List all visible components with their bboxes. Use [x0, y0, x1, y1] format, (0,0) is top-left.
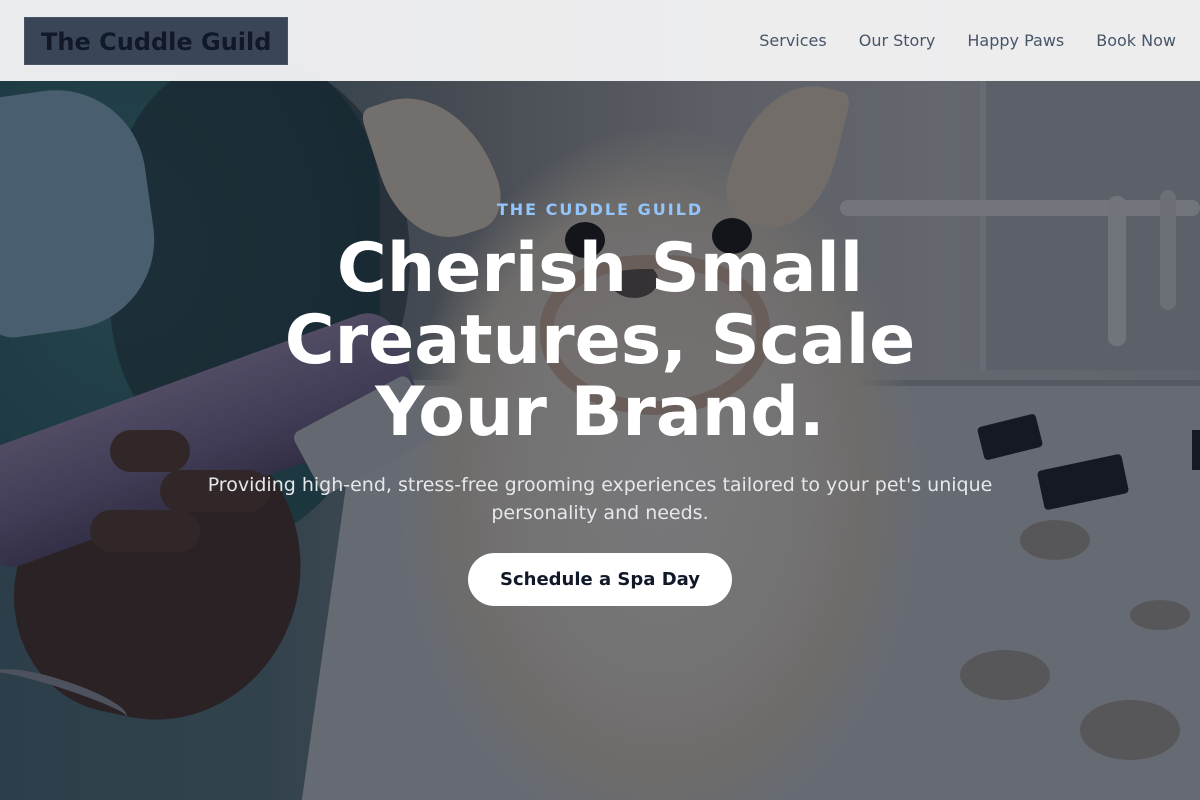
hero-eyebrow: THE CUDDLE GUILD: [496, 200, 704, 219]
logo-text: The Cuddle Guild: [41, 27, 272, 56]
nav-link-services[interactable]: Services: [759, 31, 826, 50]
nav-link-our-story[interactable]: Our Story: [859, 31, 936, 50]
site-header: The Cuddle Guild Services Our Story Happ…: [0, 0, 1200, 81]
schedule-spa-day-button[interactable]: Schedule a Spa Day: [468, 553, 732, 606]
nav-link-book-now[interactable]: Book Now: [1096, 31, 1176, 50]
logo[interactable]: The Cuddle Guild: [24, 16, 289, 65]
nav-link-happy-paws[interactable]: Happy Paws: [967, 31, 1064, 50]
main-nav: Services Our Story Happy Paws Book Now: [759, 31, 1176, 50]
hero-headline: Cherish Small Creatures, Scale Your Bran…: [284, 229, 916, 452]
hero-subtext: Providing high-end, stress-free grooming…: [207, 474, 993, 524]
hero-section: THE CUDDLE GUILD Cherish Small Creatures…: [0, 0, 1200, 800]
